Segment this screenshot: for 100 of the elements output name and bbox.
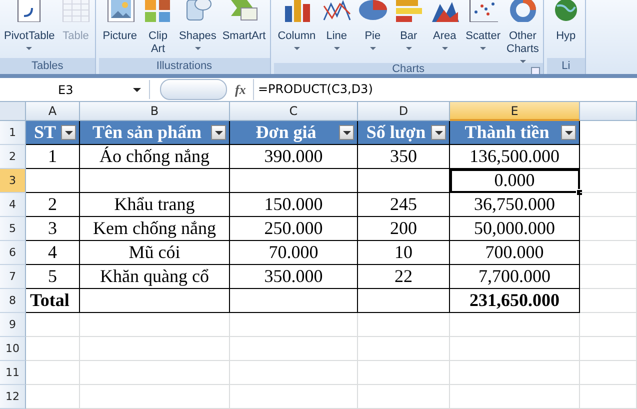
ribbon-button[interactable]: Scatter (464, 0, 502, 63)
grid-cell[interactable] (26, 385, 80, 409)
scatter-chart-icon (468, 0, 498, 22)
grid-cell[interactable] (80, 385, 230, 409)
filter-dropdown-button[interactable] (561, 125, 576, 140)
header-cell: Số lượn (358, 121, 450, 145)
line-chart-icon (322, 0, 352, 22)
table-cell: 5 (26, 265, 80, 289)
grid-cell[interactable] (580, 337, 637, 361)
formula-field[interactable]: =PRODUCT(C3,D3) (253, 79, 637, 100)
row-header[interactable]: 4 (0, 193, 26, 217)
grid-cell[interactable] (580, 241, 637, 265)
column-header[interactable]: A (26, 102, 80, 121)
column-header[interactable]: B (80, 102, 230, 121)
grid-cell[interactable] (580, 385, 637, 409)
grid-cell[interactable] (580, 289, 637, 313)
table-cell: Total (26, 289, 80, 313)
dialog-launcher-icon[interactable] (530, 67, 540, 74)
grid-cell[interactable] (450, 337, 580, 361)
grid-cell[interactable] (230, 313, 358, 337)
formula-bar-handle[interactable] (160, 79, 227, 100)
grid-cell[interactable] (80, 313, 230, 337)
grid-cell[interactable] (358, 313, 450, 337)
row-header[interactable]: 10 (0, 337, 26, 361)
table-cell: Mũ cói (80, 241, 230, 265)
ribbon-button[interactable]: Clip Art (141, 0, 176, 58)
row-header[interactable]: 1 (0, 121, 26, 145)
table-cell: Áo chống nắng (80, 145, 230, 169)
table-cell: Kem chống nắng (80, 217, 230, 241)
filter-dropdown-button[interactable] (339, 125, 354, 140)
insert-function-button[interactable]: fx (235, 82, 253, 98)
column-header[interactable]: C (230, 102, 358, 121)
row-header[interactable]: 8 (0, 289, 26, 313)
table-cell: 200 (358, 217, 450, 241)
group-label: Charts (392, 63, 425, 74)
grid-cell[interactable] (450, 361, 580, 385)
row-header[interactable]: 6 (0, 241, 26, 265)
ribbon-button[interactable]: Column (276, 0, 318, 63)
picture-icon (104, 0, 135, 22)
table-cell: 350 (358, 145, 450, 169)
grid-cell[interactable] (358, 337, 450, 361)
group-label: Tables (31, 60, 64, 72)
row-header[interactable]: 12 (0, 385, 26, 409)
grid-cell[interactable] (26, 337, 80, 361)
header-cell: Đơn giá (230, 121, 358, 145)
grid-cell[interactable] (230, 337, 358, 361)
grid-cell[interactable] (26, 361, 80, 385)
ribbon-button[interactable]: Shapes (177, 0, 218, 58)
name-box[interactable]: E3 (0, 80, 150, 99)
grid-cell[interactable] (358, 361, 450, 385)
row-header[interactable]: 11 (0, 361, 26, 385)
filter-dropdown-button[interactable] (61, 125, 76, 140)
column-header[interactable]: E (450, 102, 580, 121)
table-cell: 50,000.000 (450, 217, 580, 241)
row-header[interactable]: 7 (0, 265, 26, 289)
row-header[interactable]: 5 (0, 217, 26, 241)
table-cell: 0.000 (450, 169, 580, 193)
table-cell: 700.000 (450, 241, 580, 265)
grid-cell[interactable] (580, 313, 637, 337)
header-cell: ST (26, 121, 80, 145)
grid-cell[interactable] (358, 385, 450, 409)
select-all-corner[interactable] (0, 102, 26, 121)
group-label: Illustrations (156, 60, 212, 72)
row-header[interactable]: 9 (0, 313, 26, 337)
grid-cell[interactable] (80, 337, 230, 361)
grid-cell[interactable] (580, 169, 637, 193)
grid-cell[interactable] (580, 217, 637, 241)
ribbon-button[interactable]: Pie (356, 0, 390, 63)
table-cell: 350.000 (230, 265, 358, 289)
filter-dropdown-button[interactable] (431, 125, 446, 140)
grid-cell[interactable] (26, 313, 80, 337)
ribbon-button[interactable]: SmartArt (220, 0, 268, 58)
grid-cell[interactable] (580, 121, 637, 145)
grid-cell[interactable] (580, 193, 637, 217)
grid-cell[interactable] (580, 265, 637, 289)
table-cell: 4 (26, 241, 80, 265)
table-cell: 22 (358, 265, 450, 289)
grid-cell[interactable] (450, 313, 580, 337)
ribbon-button[interactable]: Area (428, 0, 462, 63)
grid-cell[interactable] (80, 361, 230, 385)
grid-cell[interactable] (580, 361, 637, 385)
ribbon-button[interactable]: Picture (100, 0, 140, 58)
row-header[interactable]: 2 (0, 145, 26, 169)
ribbon-button[interactable]: PivotTable (2, 0, 57, 58)
grid-cell[interactable] (230, 385, 358, 409)
ribbon-button[interactable]: Line (320, 0, 354, 63)
filter-dropdown-button[interactable] (211, 125, 226, 140)
table-cell: 36,750.000 (450, 193, 580, 217)
table-cell: 150.000 (230, 193, 358, 217)
table-cell: 70.000 (230, 241, 358, 265)
ring-chart-icon (508, 0, 538, 22)
caret-icon (133, 88, 141, 92)
grid-cell[interactable] (230, 361, 358, 385)
ribbon-button[interactable]: Bar (392, 0, 426, 63)
grid-cell[interactable] (580, 145, 637, 169)
grid-cell[interactable] (450, 385, 580, 409)
header-cell: Tên sản phẩm (80, 121, 230, 145)
column-header[interactable]: D (358, 102, 450, 121)
row-header[interactable]: 3 (0, 169, 26, 193)
ribbon-button[interactable]: Hyp (548, 0, 583, 58)
